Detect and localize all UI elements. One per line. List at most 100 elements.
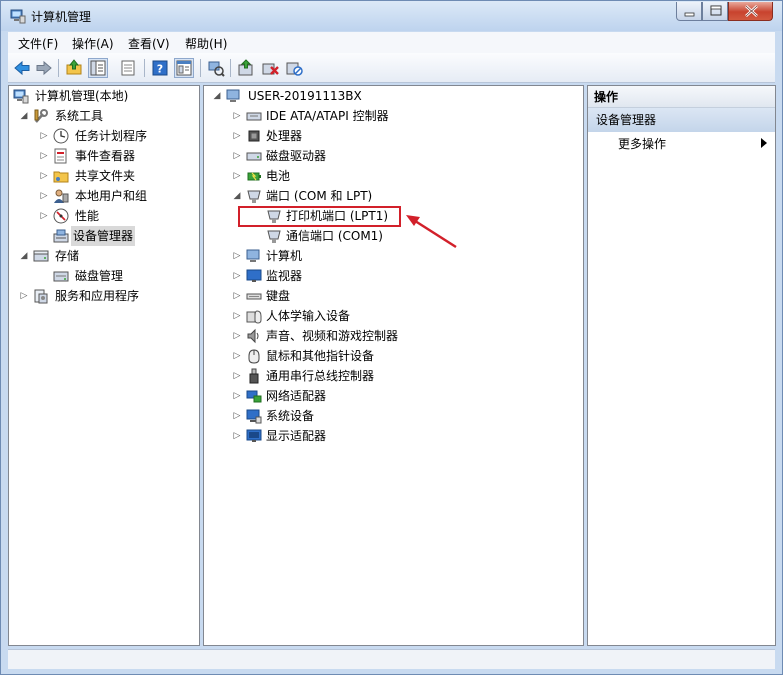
computer-management-icon xyxy=(13,88,29,104)
tree-label: USER-20191113BX xyxy=(248,89,362,103)
menu-action[interactable]: 操作(A) xyxy=(72,35,114,52)
expand-icon[interactable]: ▷ xyxy=(232,166,242,186)
services-icon xyxy=(33,288,49,304)
tree-label: 事件查看器 xyxy=(75,149,136,163)
menu-help[interactable]: 帮助(H) xyxy=(185,35,227,52)
tree-label: 人体学输入设备 xyxy=(266,309,351,323)
tree-label: 计算机 xyxy=(266,249,303,263)
expand-icon[interactable]: ▷ xyxy=(39,186,49,206)
computer-management-icon xyxy=(10,8,26,24)
collapse-icon[interactable]: ◢ xyxy=(212,86,222,106)
port-icon xyxy=(246,188,262,204)
tree-label: 端口 (COM 和 LPT) xyxy=(266,189,373,203)
uninstall-icon[interactable] xyxy=(260,58,280,78)
tree-label: 电池 xyxy=(266,169,291,183)
expand-icon[interactable]: ▷ xyxy=(232,266,242,286)
close-icon xyxy=(745,5,758,17)
up-icon[interactable] xyxy=(64,58,84,78)
minimize-button[interactable] xyxy=(676,2,702,21)
tree-label: 显示适配器 xyxy=(266,429,327,443)
tree-label: 共享文件夹 xyxy=(75,169,136,183)
minimize-icon xyxy=(684,12,695,17)
expand-icon[interactable]: ▷ xyxy=(39,206,49,226)
chevron-right-icon[interactable] xyxy=(761,138,767,148)
display-adapter-icon xyxy=(246,428,262,444)
tree-label: 处理器 xyxy=(266,129,303,143)
expand-icon[interactable]: ▷ xyxy=(39,166,49,186)
show-tree-icon[interactable] xyxy=(88,58,108,78)
expand-icon[interactable]: ▷ xyxy=(19,286,29,306)
maximize-icon xyxy=(710,5,722,16)
expand-icon[interactable]: ▷ xyxy=(232,326,242,346)
actions-pane: 操作 设备管理器 更多操作 xyxy=(587,85,776,646)
title-bar[interactable]: 计算机管理 xyxy=(1,1,782,31)
expand-icon[interactable]: ▷ xyxy=(232,346,242,366)
actions-header: 操作 xyxy=(588,86,775,108)
keyboard-icon xyxy=(246,288,262,304)
expand-icon[interactable]: ▷ xyxy=(232,246,242,266)
expand-icon[interactable]: ▷ xyxy=(232,366,242,386)
tree-label: 监视器 xyxy=(266,269,303,283)
computer-icon xyxy=(226,88,242,104)
menu-bar: 文件(F) 操作(A) 查看(V) 帮助(H) xyxy=(8,32,775,53)
expand-icon[interactable]: ▷ xyxy=(232,406,242,426)
properties-icon[interactable] xyxy=(174,58,194,78)
system-device-icon xyxy=(246,408,262,424)
tree-label: 服务和应用程序 xyxy=(55,289,140,303)
help-icon[interactable]: ? xyxy=(150,58,170,78)
expand-icon[interactable]: ▷ xyxy=(232,126,242,146)
more-actions-link[interactable]: 更多操作 xyxy=(618,134,666,154)
close-button[interactable] xyxy=(728,2,773,21)
hid-icon xyxy=(246,308,262,324)
computer-icon xyxy=(246,248,262,264)
list-view-icon[interactable] xyxy=(118,58,138,78)
mouse-icon xyxy=(246,348,262,364)
toolbar: ? xyxy=(8,53,775,83)
pointer-arrow xyxy=(406,215,457,249)
expand-icon[interactable]: ▷ xyxy=(232,386,242,406)
event-viewer-icon xyxy=(53,148,69,164)
performance-icon xyxy=(53,208,69,224)
tree-label: 网络适配器 xyxy=(266,389,327,403)
update-driver-icon[interactable] xyxy=(236,58,256,78)
expand-icon[interactable]: ▷ xyxy=(232,306,242,326)
collapse-icon[interactable]: ◢ xyxy=(232,186,242,206)
tree-label: 设备管理器 xyxy=(71,226,136,246)
device-tree[interactable]: ◢ USER-20191113BX ▷ IDE ATA/ATAPI 控制器 ▷ … xyxy=(203,85,584,646)
collapse-icon[interactable]: ◢ xyxy=(19,246,29,266)
expand-icon[interactable]: ▷ xyxy=(232,146,242,166)
tree-label: 系统工具 xyxy=(55,109,104,123)
collapse-icon[interactable]: ◢ xyxy=(19,106,29,126)
expand-icon[interactable]: ▷ xyxy=(232,426,242,446)
tree-label: 声音、视频和游戏控制器 xyxy=(266,329,399,343)
battery-icon xyxy=(246,168,262,184)
actions-section-device-manager[interactable]: 设备管理器 xyxy=(588,108,775,132)
back-icon[interactable] xyxy=(12,58,32,78)
menu-file[interactable]: 文件(F) xyxy=(18,35,58,52)
usb-icon xyxy=(246,368,262,384)
navigation-tree[interactable]: 计算机管理(本地) ◢ 系统工具 ▷ 任务计划程序 ▷ 事件查看器 ▷ 共享文件… xyxy=(8,85,200,646)
menu-view[interactable]: 查看(V) xyxy=(128,35,170,52)
disable-icon[interactable] xyxy=(284,58,304,78)
window-title: 计算机管理 xyxy=(31,10,92,24)
expand-icon[interactable]: ▷ xyxy=(39,146,49,166)
shared-folder-icon xyxy=(53,168,69,184)
tree-label: IDE ATA/ATAPI 控制器 xyxy=(266,109,389,123)
svg-text:?: ? xyxy=(157,63,163,76)
expand-icon[interactable]: ▷ xyxy=(232,106,242,126)
speaker-icon xyxy=(246,328,262,344)
tree-label: 计算机管理(本地) xyxy=(35,89,129,103)
system-tools-icon xyxy=(33,108,49,124)
maximize-button[interactable] xyxy=(702,2,728,21)
disk-management-icon xyxy=(53,268,69,284)
scan-hardware-icon[interactable] xyxy=(206,58,226,78)
forward-icon[interactable] xyxy=(34,58,54,78)
expand-icon[interactable]: ▷ xyxy=(232,286,242,306)
processor-icon xyxy=(246,128,262,144)
expand-icon[interactable]: ▷ xyxy=(39,126,49,146)
network-adapter-icon xyxy=(246,388,262,404)
computer-management-window: 计算机管理 文件(F) 操作(A) 查看(V) 帮助(H) ? 计算机管理(本地… xyxy=(0,0,783,675)
tree-label: 键盘 xyxy=(266,289,291,303)
device-manager-icon xyxy=(53,228,69,244)
com-port-icon xyxy=(266,228,282,244)
